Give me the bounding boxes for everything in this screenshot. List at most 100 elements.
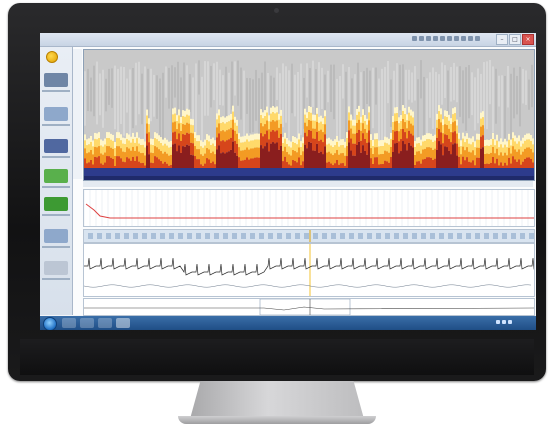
- spectrogram-noise: [198, 60, 200, 95]
- close-button[interactable]: ×: [522, 34, 534, 45]
- spectrogram-cell: [400, 151, 402, 168]
- trend-panel[interactable]: [83, 189, 535, 227]
- monitor-chin: [20, 339, 534, 375]
- spectrogram-cell: [522, 137, 524, 144]
- toolbar-export-icon[interactable]: [461, 36, 466, 41]
- event-marker: [322, 233, 327, 239]
- spectrogram-chart[interactable]: [83, 49, 535, 181]
- sidebar-overview-icon[interactable]: [44, 107, 68, 121]
- toolbar-zoom-out-icon[interactable]: [412, 36, 417, 41]
- spectrogram-cell: [88, 168, 90, 176]
- start-button[interactable]: [43, 317, 57, 330]
- spectrogram-cell: [418, 143, 420, 152]
- network-icon[interactable]: [496, 320, 500, 324]
- spectrogram-cell: [192, 143, 194, 156]
- sidebar-add-event-icon[interactable]: [44, 197, 68, 211]
- spectrogram-noise: [141, 73, 143, 125]
- spectrogram-cell: [134, 142, 136, 151]
- spectrogram-cell: [428, 133, 430, 140]
- spectrogram-cell: [184, 168, 186, 176]
- spectrogram-cell: [106, 138, 108, 147]
- spectrogram-cell: [340, 145, 342, 154]
- toolbar-play-icon[interactable]: [440, 36, 445, 41]
- spectrogram-cell: [508, 133, 510, 140]
- spectrogram-noise: [174, 67, 176, 98]
- sidebar-settings-icon[interactable]: [44, 261, 68, 275]
- spectrogram-cell: [518, 168, 520, 176]
- toolbar-search-icon[interactable]: [468, 36, 473, 41]
- spectrogram-cell: [354, 119, 356, 126]
- spectrogram-cell: [366, 142, 368, 155]
- ecg-waveform-panel[interactable]: [83, 243, 535, 297]
- toolbar-stop-icon[interactable]: [447, 36, 452, 41]
- spectrogram-cell: [178, 145, 180, 168]
- spectrogram-noise: [114, 65, 116, 130]
- taskbar-app-icon[interactable]: [116, 318, 130, 328]
- spectrogram-cell: [116, 168, 118, 176]
- toolbar-back-icon[interactable]: [426, 36, 431, 41]
- spectrogram-cell: [136, 168, 138, 176]
- spectrogram-cell: [242, 150, 244, 161]
- spectrogram-cell: [444, 146, 446, 168]
- spectrogram-cell: [190, 142, 192, 155]
- spectrogram-cell: [458, 156, 460, 169]
- taskbar-explorer-icon[interactable]: [62, 318, 76, 328]
- spectrogram-cell: [506, 168, 508, 176]
- spectrogram-cell: [524, 134, 526, 141]
- volume-icon[interactable]: [502, 320, 506, 324]
- spectrogram-noise: [204, 61, 206, 116]
- bottom-trace-panel[interactable]: [83, 298, 535, 316]
- spectrogram-cell: [338, 140, 340, 147]
- sidebar-add-marker-icon[interactable]: [44, 169, 68, 183]
- spectrogram-cell: [288, 140, 290, 147]
- toolbar-zoom-in-icon[interactable]: [419, 36, 424, 41]
- spectrogram-noise: [441, 62, 443, 105]
- spectrogram-cell: [380, 146, 382, 155]
- spectrogram-cell: [322, 118, 324, 125]
- spectrogram-cell: [368, 112, 370, 121]
- maximize-button[interactable]: □: [509, 34, 521, 45]
- spectrogram-cell: [104, 152, 106, 163]
- toolbar-settings-icon[interactable]: [475, 36, 480, 41]
- spectrogram-cell: [442, 125, 444, 134]
- spectrogram-noise: [417, 79, 419, 143]
- spectrogram-cell: [394, 131, 396, 144]
- spectrogram-cell: [352, 155, 354, 168]
- spectrogram-cell: [120, 148, 122, 159]
- spectrogram-cell: [202, 168, 204, 176]
- spectrogram-cell: [330, 168, 332, 176]
- spectrogram-noise: [372, 67, 374, 129]
- spectrogram-cell: [318, 122, 320, 131]
- flag-icon[interactable]: [508, 320, 512, 324]
- spectrogram-noise: [87, 68, 89, 112]
- spectrogram-cell: [402, 105, 404, 112]
- toolbar-print-icon[interactable]: [454, 36, 459, 41]
- spectrogram-cell: [448, 120, 450, 129]
- sidebar-window-icon[interactable]: [44, 229, 68, 243]
- spectrogram-cell: [374, 168, 376, 176]
- spectrogram-cell: [452, 168, 454, 176]
- spectrogram-cell: [368, 130, 370, 143]
- spectrogram-cell: [308, 111, 310, 120]
- taskbar-folder-icon[interactable]: [98, 318, 112, 328]
- spectrogram-cell: [508, 139, 510, 148]
- spectrogram-cell: [474, 155, 476, 166]
- spectrogram-noise: [213, 63, 215, 101]
- spectrogram-cell: [442, 168, 444, 176]
- spectrogram-noise: [510, 73, 512, 150]
- taskbar-media-icon[interactable]: [80, 318, 94, 328]
- spectrogram-cell: [226, 122, 228, 131]
- sidebar-trend-report-icon[interactable]: [44, 73, 68, 87]
- spectrogram-noise: [366, 67, 368, 104]
- spectrogram-cell: [404, 144, 406, 168]
- spectrogram-cell: [366, 168, 368, 176]
- spectrogram-cell: [278, 168, 280, 176]
- event-timeline[interactable]: [83, 229, 535, 243]
- spectrogram-cell: [366, 118, 368, 125]
- spectrogram-cell: [412, 111, 414, 118]
- toolbar-forward-icon[interactable]: [433, 36, 438, 41]
- minimize-button[interactable]: –: [496, 34, 508, 45]
- sidebar-bar-chart-icon[interactable]: [44, 139, 68, 153]
- spectrogram-noise: [468, 65, 470, 119]
- spectrogram-cell: [92, 146, 94, 155]
